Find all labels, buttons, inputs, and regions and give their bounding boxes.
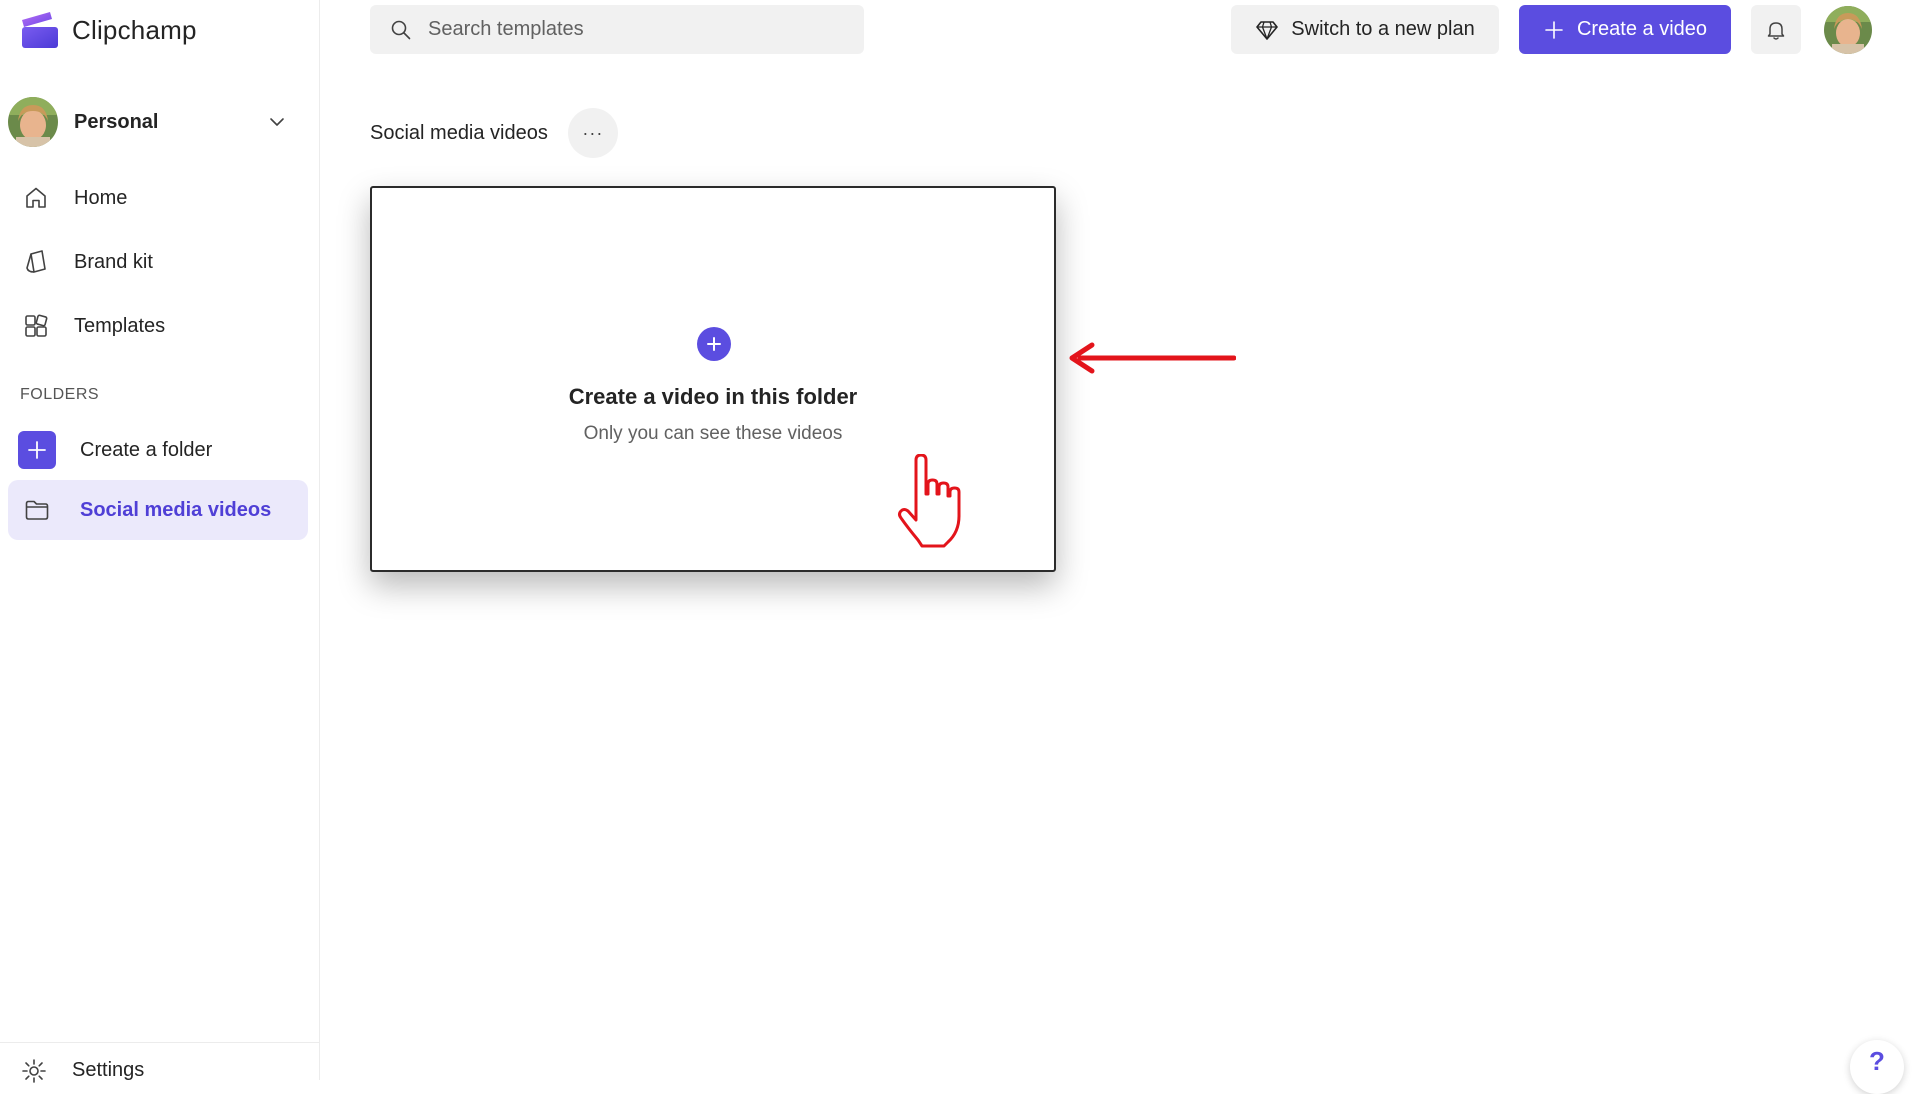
home-icon <box>26 187 46 208</box>
settings-label: Settings <box>72 1059 145 1081</box>
nav-label-templates: Templates <box>74 314 166 337</box>
card-subtitle: Only you can see these videos <box>583 423 843 444</box>
page-title: Social media videos <box>370 121 548 144</box>
nav-item-home[interactable]: Home <box>8 166 308 230</box>
create-video-label: Create a video <box>1576 18 1708 40</box>
switch-plan-button[interactable]: Switch to a new plan <box>1231 5 1499 54</box>
create-video-button[interactable]: Create a video <box>1519 5 1731 54</box>
folder-list: Create a folder Social media videos <box>8 420 308 540</box>
brand-kit-icon <box>26 250 46 273</box>
workspace-avatar <box>8 97 58 147</box>
search-icon <box>391 20 411 39</box>
more-icon: ··· <box>582 122 604 143</box>
create-video-in-folder-card[interactable]: Create a video in this folder Only you c… <box>370 186 1056 572</box>
folder-label: Social media videos <box>80 498 272 521</box>
switch-plan-label: Switch to a new plan <box>1291 18 1475 40</box>
gear-icon <box>22 1058 46 1083</box>
notifications-button[interactable] <box>1751 5 1801 54</box>
search-input[interactable] <box>426 17 846 42</box>
nav-label-home: Home <box>74 186 128 209</box>
page-header: Social media videos ··· <box>370 108 618 158</box>
folders-heading: FOLDERS <box>20 386 100 403</box>
plus-icon <box>18 431 56 469</box>
plus-icon <box>697 327 731 361</box>
card-title: Create a video in this folder <box>568 384 858 409</box>
plus-icon <box>1545 20 1563 39</box>
create-folder-button[interactable]: Create a folder <box>8 420 308 480</box>
clipchamp-logo-icon <box>22 12 58 48</box>
nav-item-brand-kit[interactable]: Brand kit <box>8 230 308 294</box>
nav-label-brand-kit: Brand kit <box>74 250 153 273</box>
folder-icon <box>18 491 56 529</box>
search-box[interactable] <box>370 5 864 54</box>
main-nav: Home Brand kit Templates <box>8 166 308 358</box>
settings-item[interactable]: Settings <box>0 1042 320 1083</box>
chevron-down-icon <box>270 118 284 126</box>
create-folder-label: Create a folder <box>80 438 213 461</box>
bell-icon <box>1767 21 1785 40</box>
annotation-arrow-icon <box>1069 342 1236 374</box>
brand[interactable]: Clipchamp <box>20 10 197 50</box>
help-button[interactable]: ? <box>1850 1040 1904 1094</box>
hand-pointer-icon <box>898 454 961 548</box>
diamond-icon <box>1256 20 1279 40</box>
more-options-button[interactable]: ··· <box>567 108 618 158</box>
user-avatar[interactable] <box>1824 6 1872 54</box>
workspace-name: Personal <box>74 110 159 133</box>
nav-item-templates[interactable]: Templates <box>8 294 308 358</box>
folder-item-social-media-videos[interactable]: Social media videos <box>8 480 308 540</box>
templates-icon <box>25 314 48 337</box>
workspace-switcher[interactable]: Personal <box>8 94 292 150</box>
app-name: Clipchamp <box>72 14 197 45</box>
help-icon: ? <box>1869 1046 1885 1076</box>
sidebar: Clipchamp Personal Home Brand kit Templa… <box>0 0 320 1083</box>
